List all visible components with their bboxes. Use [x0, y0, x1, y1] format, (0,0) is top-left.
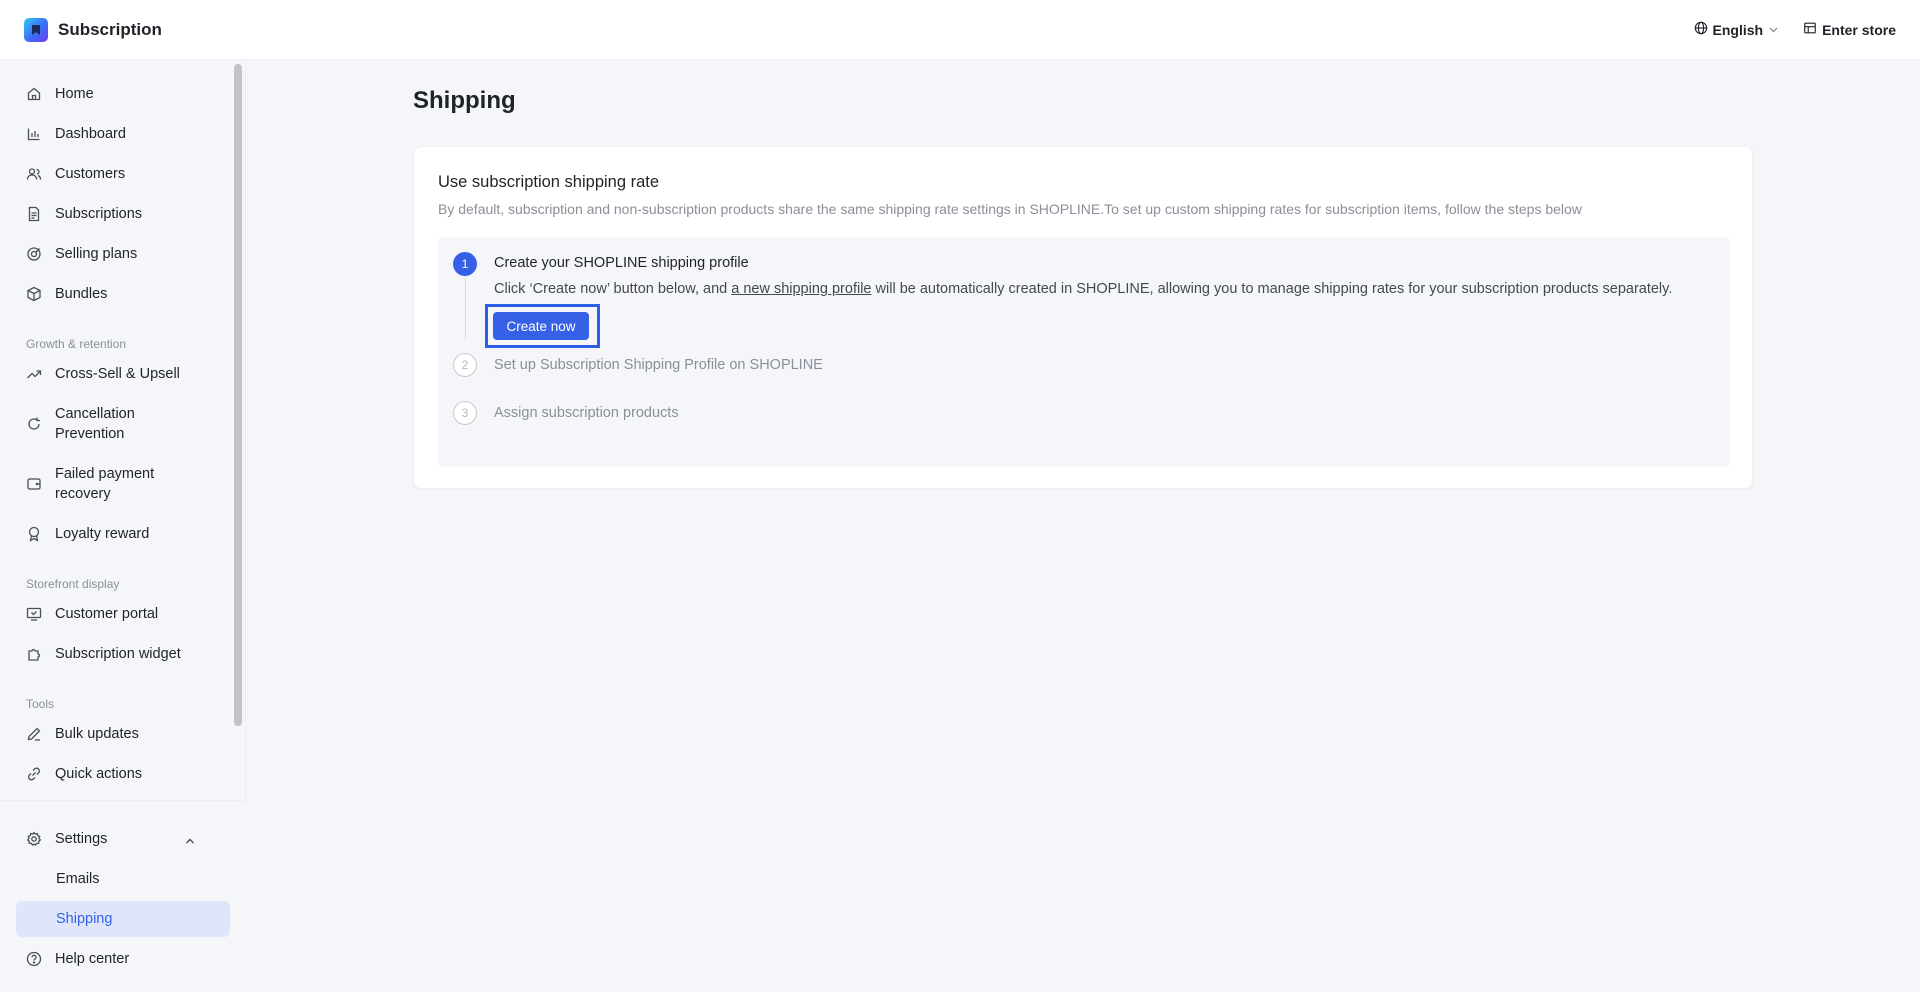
sidebar-item-label: Settings [55, 831, 108, 847]
sidebar-item-label: Help center [55, 951, 130, 967]
step-title-3: Assign subscription products [494, 405, 679, 421]
create-now-button[interactable]: Create now [493, 312, 589, 340]
sidebar-item-label: Bundles [55, 286, 108, 302]
language-selector[interactable]: English [1694, 21, 1780, 38]
sidebar-item-label: Failed payment recovery [55, 466, 155, 502]
sidebar-nav: Home Dashboard Customers Subscriptions S… [0, 60, 246, 800]
sidebar-item-loyalty-reward[interactable]: Loyalty reward [16, 524, 230, 544]
section-label-storefront: Storefront display [26, 577, 120, 591]
card-description: By default, subscription and non-subscri… [438, 201, 1582, 217]
language-label: English [1712, 21, 1764, 38]
pencil-icon [26, 726, 42, 742]
puzzle-icon [26, 646, 42, 662]
selling-plans-icon [26, 246, 42, 262]
sidebar-item-label: Home [55, 86, 94, 102]
bar-chart-icon [26, 126, 42, 142]
sidebar-item-customer-portal[interactable]: Customer portal [16, 604, 230, 624]
sidebar-item-label: Subscriptions [55, 206, 143, 222]
sidebar-item-settings[interactable]: Settings [16, 829, 230, 849]
sidebar-item-home[interactable]: Home [16, 84, 230, 104]
step-desc-text: Click ‘Create now’ button below, and [494, 281, 732, 297]
sidebar-item-emails[interactable]: Emails [16, 861, 230, 897]
section-label-tools: Tools [26, 697, 55, 711]
step-title-2: Set up Subscription Shipping Profile on … [494, 357, 823, 373]
help-circle-icon [26, 951, 42, 967]
sidebar-item-label: Quick actions [55, 766, 143, 782]
sidebar: Home Dashboard Customers Subscriptions S… [0, 60, 246, 992]
enter-store-label: Enter store [1822, 21, 1896, 38]
step-number-3: 3 [453, 401, 477, 425]
app-logo-icon [24, 17, 48, 42]
card-title: Use subscription shipping rate [438, 173, 660, 191]
steps-panel: 1 Create your SHOPLINE shipping profile … [438, 237, 1730, 467]
sidebar-item-label: Loyalty reward [55, 526, 150, 542]
enter-store-button[interactable]: Enter store [1803, 21, 1896, 38]
create-now-highlight: Create now [485, 304, 600, 348]
users-icon [26, 166, 42, 182]
sidebar-item-selling-plans[interactable]: Selling plans [16, 244, 230, 264]
document-icon [26, 206, 42, 222]
sidebar-item-label: Subscription widget [55, 646, 181, 662]
sidebar-item-subscriptions[interactable]: Subscriptions [16, 204, 230, 224]
globe-icon [1694, 21, 1708, 38]
award-icon [26, 526, 42, 542]
sidebar-item-bulk-updates[interactable]: Bulk updates [16, 724, 230, 744]
chevron-up-icon [184, 833, 196, 845]
sidebar-item-label: Bulk updates [55, 726, 139, 742]
refresh-icon [26, 416, 42, 432]
step-description-1: Click ‘Create now’ button below, and a n… [494, 281, 1672, 297]
chevron-down-icon [1768, 22, 1779, 38]
sidebar-scrollbar[interactable] [234, 64, 242, 726]
section-label-growth: Growth & retention [26, 337, 127, 351]
sidebar-item-cancellation-prevention[interactable]: Cancellation Prevention [16, 404, 196, 444]
sidebar-item-bundles[interactable]: Bundles [16, 284, 230, 304]
wallet-icon [26, 476, 42, 492]
page-title: Shipping [413, 87, 516, 114]
home-icon [26, 86, 42, 102]
sidebar-item-label: Cancellation Prevention [55, 406, 135, 442]
sidebar-item-failed-payment-recovery[interactable]: Failed payment recovery [16, 464, 196, 504]
sidebar-item-quick-actions[interactable]: Quick actions [16, 764, 230, 784]
sidebar-item-help-center[interactable]: Help center [16, 949, 230, 969]
step-desc-text: will be automatically created in SHOPLIN… [871, 281, 1673, 297]
step-number-1: 1 [453, 252, 477, 276]
step-number-2: 2 [453, 353, 477, 377]
trend-up-icon [26, 366, 42, 382]
shipping-rate-card: Use subscription shipping rate By defaul… [413, 146, 1753, 489]
sidebar-bottom: Settings Emails Shipping Help center [0, 800, 246, 992]
store-icon [1803, 21, 1817, 38]
monitor-icon [26, 606, 42, 622]
sidebar-item-label: Selling plans [55, 246, 138, 262]
sidebar-item-label: Cross-Sell & Upsell [55, 366, 180, 382]
step-title-1: Create your SHOPLINE shipping profile [494, 255, 749, 271]
step-connector [465, 279, 466, 339]
sidebar-item-subscription-widget[interactable]: Subscription widget [16, 644, 230, 664]
sidebar-item-shipping[interactable]: Shipping [16, 901, 230, 937]
box-icon [26, 286, 42, 302]
link-icon [26, 766, 42, 782]
gear-icon [26, 831, 42, 847]
sidebar-item-label: Customer portal [55, 606, 159, 622]
sidebar-item-label: Customers [55, 166, 126, 182]
sidebar-item-customers[interactable]: Customers [16, 164, 230, 184]
app-title: Subscription [58, 19, 162, 39]
sidebar-item-dashboard[interactable]: Dashboard [16, 124, 230, 144]
sidebar-item-cross-sell[interactable]: Cross-Sell & Upsell [16, 364, 230, 384]
sidebar-item-label: Dashboard [55, 126, 126, 142]
top-header: Subscription English Enter store [0, 0, 1920, 60]
new-shipping-profile-link[interactable]: a new shipping profile [731, 281, 871, 297]
